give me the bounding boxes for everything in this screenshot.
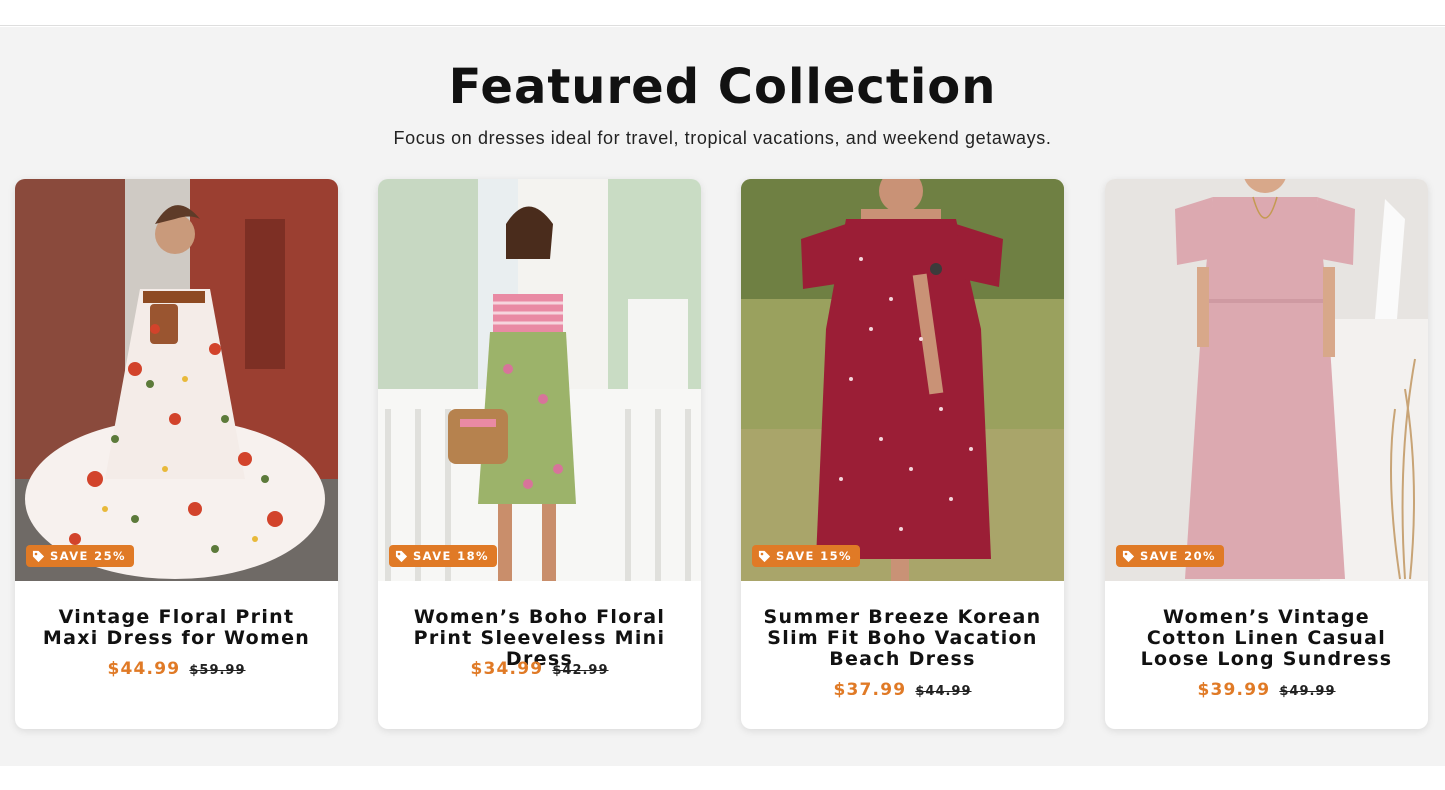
badge-label: SAVE 18% — [413, 549, 489, 563]
compare-price: $49.99 — [1279, 684, 1336, 699]
price-row: $34.99 $42.99 — [378, 659, 701, 679]
price-tag-icon — [1122, 550, 1135, 562]
product-image[interactable] — [378, 179, 701, 581]
discount-badge: SAVE 25% — [26, 545, 134, 567]
discount-badge: SAVE 18% — [389, 545, 497, 567]
price-row: $39.99 $49.99 — [1105, 680, 1428, 700]
price-tag-icon — [395, 550, 408, 562]
price-tag-icon — [32, 550, 45, 562]
product-title[interactable]: Summer Breeze Korean Slim Fit Boho Vacat… — [761, 607, 1044, 670]
product-title[interactable]: Women’s Vintage Cotton Linen Casual Loos… — [1125, 607, 1408, 670]
discount-badge: SAVE 20% — [1116, 545, 1224, 567]
sale-price: $44.99 — [107, 659, 181, 679]
product-card[interactable]: SAVE 25% Vintage Floral Print Maxi Dress… — [15, 179, 338, 729]
badge-label: SAVE 20% — [1140, 549, 1216, 563]
compare-price: $44.99 — [915, 684, 972, 699]
compare-price: $59.99 — [189, 663, 246, 678]
price-tag-icon — [758, 550, 771, 562]
price-row: $44.99 $59.99 — [15, 659, 338, 679]
product-card[interactable]: SAVE 20% Women’s Vintage Cotton Linen Ca… — [1105, 179, 1428, 729]
compare-price: $42.99 — [552, 663, 609, 678]
badge-label: SAVE 25% — [50, 549, 126, 563]
product-card[interactable]: SAVE 15% Summer Breeze Korean Slim Fit B… — [741, 179, 1064, 729]
section-title: Featured Collection — [448, 59, 997, 115]
product-title[interactable]: Vintage Floral Print Maxi Dress for Wome… — [35, 607, 318, 649]
featured-collection-section: Featured Collection Focus on dresses ide… — [0, 27, 1445, 766]
discount-badge: SAVE 15% — [752, 545, 860, 567]
sale-price: $39.99 — [1197, 680, 1271, 700]
top-header-bar — [0, 0, 1445, 26]
sale-price: $37.99 — [833, 680, 907, 700]
product-card[interactable]: SAVE 18% Women’s Boho Floral Print Sleev… — [378, 179, 701, 729]
section-subtitle: Focus on dresses ideal for travel, tropi… — [393, 128, 1052, 148]
product-image[interactable] — [1105, 179, 1428, 581]
product-image[interactable] — [741, 179, 1064, 581]
sale-price: $34.99 — [470, 659, 544, 679]
product-image[interactable] — [15, 179, 338, 581]
badge-label: SAVE 15% — [776, 549, 852, 563]
price-row: $37.99 $44.99 — [741, 680, 1064, 700]
